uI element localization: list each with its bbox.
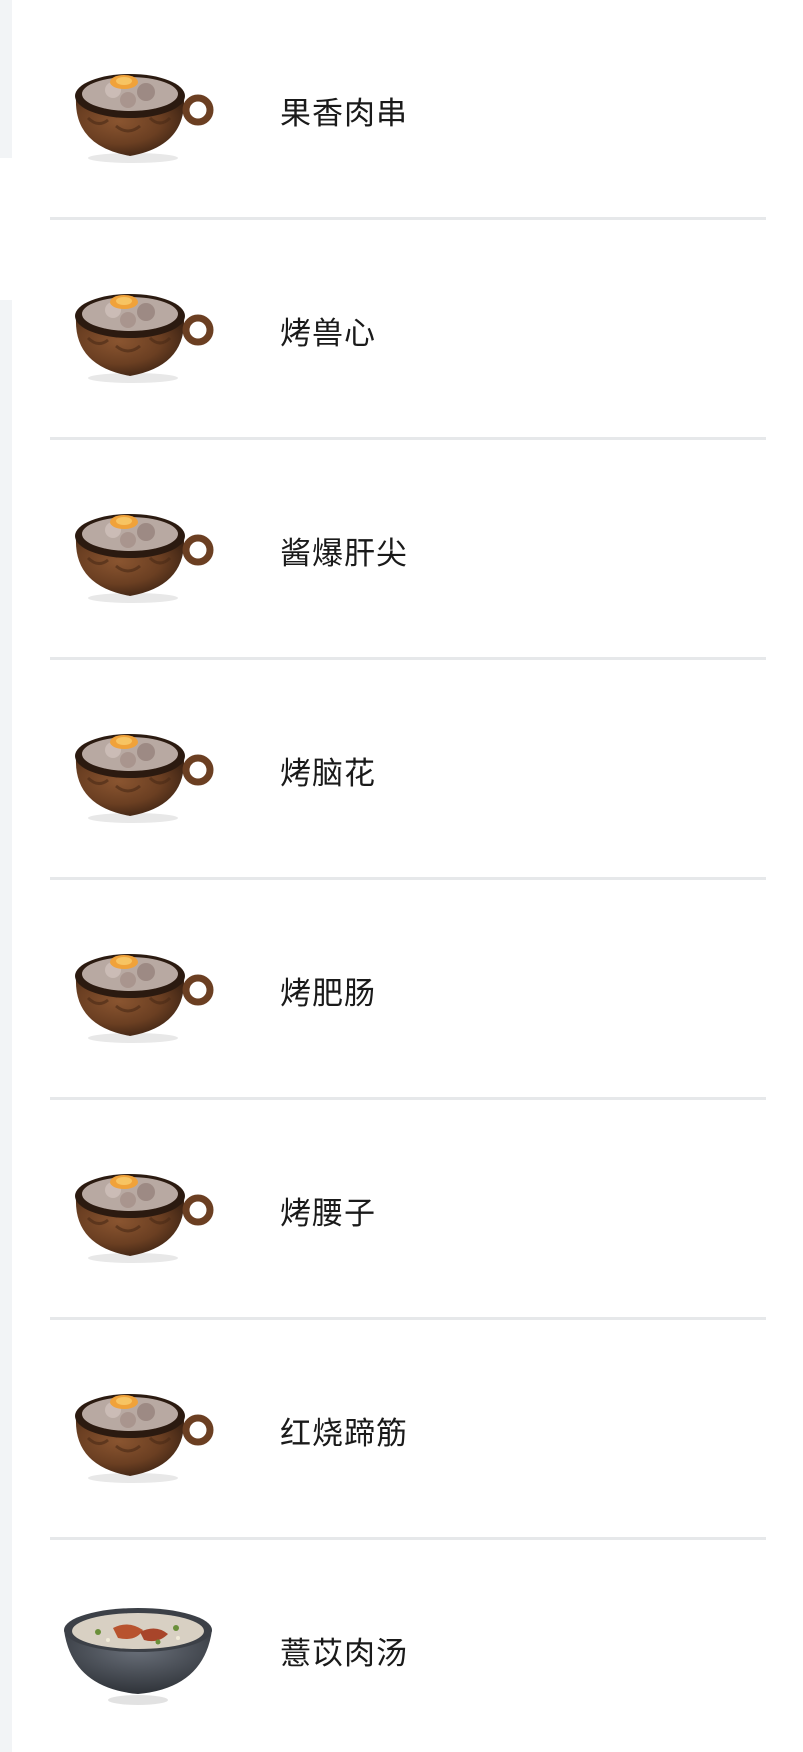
list-item[interactable]: 薏苡肉汤	[50, 1540, 766, 1752]
dish-name: 烤肥肠	[280, 976, 376, 1012]
list-item[interactable]: 烤兽心	[50, 220, 766, 440]
soup-bowl-icon	[58, 1588, 218, 1708]
clay-pot-dish-icon	[58, 488, 218, 608]
clay-pot-dish-icon	[58, 268, 218, 388]
list-item[interactable]: 红烧蹄筋	[50, 1320, 766, 1540]
dish-name: 烤兽心	[280, 316, 376, 352]
side-strip	[0, 300, 12, 1752]
clay-pot-dish-icon	[58, 48, 218, 168]
dish-name: 烤腰子	[280, 1196, 376, 1232]
dish-name: 薏苡肉汤	[280, 1636, 408, 1672]
clay-pot-dish-icon	[58, 708, 218, 828]
recipe-list-page: 果香肉串 烤兽心 酱爆肝尖 烤脑花 烤肥肠 烤腰子 红烧蹄筋 薏苡肉汤	[0, 0, 803, 1752]
dish-name: 烤脑花	[280, 756, 376, 792]
list-item[interactable]: 酱爆肝尖	[50, 440, 766, 660]
clay-pot-dish-icon	[58, 1148, 218, 1268]
list-item[interactable]: 烤腰子	[50, 1100, 766, 1320]
clay-pot-dish-icon	[58, 1368, 218, 1488]
list-item[interactable]: 果香肉串	[50, 0, 766, 220]
dish-name: 酱爆肝尖	[280, 536, 408, 572]
dish-name: 红烧蹄筋	[280, 1416, 408, 1452]
dish-list: 果香肉串 烤兽心 酱爆肝尖 烤脑花 烤肥肠 烤腰子 红烧蹄筋 薏苡肉汤	[50, 0, 766, 1752]
dish-name: 果香肉串	[280, 96, 408, 132]
clay-pot-dish-icon	[58, 928, 218, 1048]
list-item[interactable]: 烤脑花	[50, 660, 766, 880]
side-strip	[0, 0, 12, 158]
list-item[interactable]: 烤肥肠	[50, 880, 766, 1100]
